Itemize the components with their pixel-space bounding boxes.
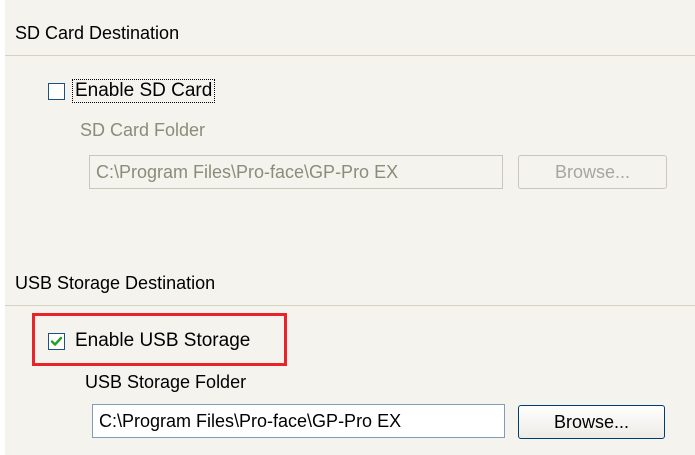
sd-card-section-header: SD Card Destination — [5, 10, 695, 56]
checkmark-icon — [50, 336, 63, 346]
usb-storage-folder-label: USB Storage Folder — [85, 372, 247, 392]
usb-storage-section-title: USB Storage Destination — [15, 273, 216, 293]
enable-usb-storage-label[interactable]: Enable USB Storage — [73, 330, 252, 352]
sd-card-browse-button[interactable]: Browse... — [518, 155, 667, 189]
settings-panel: SD Card Destination Enable SD Card SD Ca… — [5, 0, 695, 455]
usb-storage-folder-input[interactable]: C:\Program Files\Pro-face\GP-Pro EX — [92, 404, 505, 438]
sd-card-section-title: SD Card Destination — [15, 23, 180, 43]
enable-sd-card-row[interactable]: Enable SD Card — [48, 79, 216, 103]
enable-usb-storage-row[interactable]: Enable USB Storage — [48, 330, 252, 352]
sd-card-folder-input[interactable]: C:\Program Files\Pro-face\GP-Pro EX — [89, 155, 503, 189]
usb-storage-browse-button[interactable]: Browse... — [518, 405, 665, 439]
enable-usb-storage-checkbox[interactable] — [48, 332, 65, 350]
enable-sd-card-checkbox[interactable] — [48, 82, 65, 100]
sd-card-folder-label: SD Card Folder — [80, 120, 206, 140]
usb-storage-section-header: USB Storage Destination — [5, 260, 695, 306]
enable-sd-card-label[interactable]: Enable SD Card — [71, 79, 216, 103]
